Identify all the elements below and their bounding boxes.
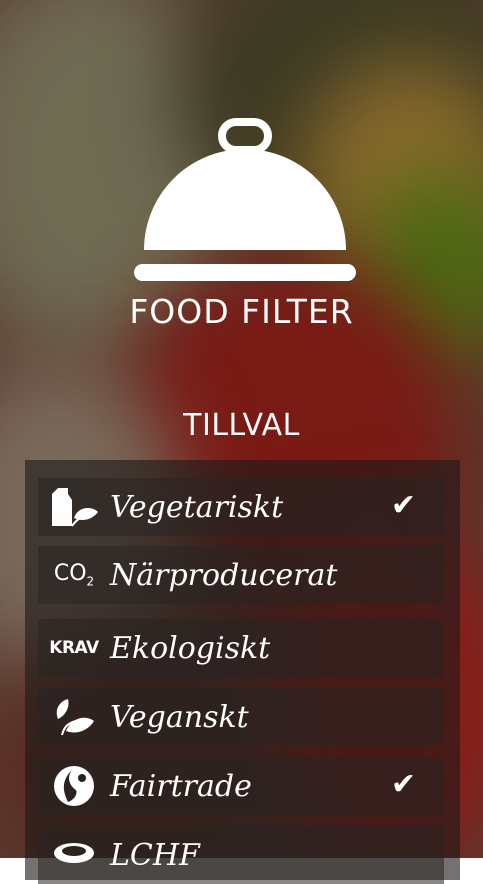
leaf-icon <box>38 688 110 746</box>
option-row-vegetariskt[interactable]: Vegetariskt ✔ <box>38 478 444 536</box>
bowl-icon <box>38 826 110 884</box>
option-row-narproducerat[interactable]: CO2 Närproducerat <box>38 546 444 604</box>
option-label: Fairtrade <box>110 768 252 804</box>
option-label: LCHF <box>110 837 200 873</box>
krav-icon: KRAV <box>49 638 99 658</box>
option-row-fairtrade[interactable]: Fairtrade ✔ <box>38 757 444 815</box>
option-label: Vegetariskt <box>110 489 284 525</box>
option-row-veganskt[interactable]: Veganskt <box>38 688 444 746</box>
milk-carton-leaf-icon <box>38 478 110 536</box>
option-label: Veganskt <box>110 699 249 735</box>
section-title: TILLVAL <box>183 408 300 443</box>
co2-icon: CO2 <box>53 561 95 589</box>
cloche-logo-icon <box>134 118 356 281</box>
option-label: Ekologiskt <box>110 630 271 666</box>
app-title: FOOD FILTER <box>129 292 354 331</box>
option-label: Närproducerat <box>110 557 338 593</box>
fairtrade-icon <box>38 757 110 815</box>
checkmark-icon: ✔ <box>390 767 416 802</box>
option-row-lchf[interactable]: LCHF <box>38 826 444 884</box>
checkmark-icon: ✔ <box>390 488 416 523</box>
option-row-ekologiskt[interactable]: KRAV Ekologiskt <box>38 619 444 677</box>
